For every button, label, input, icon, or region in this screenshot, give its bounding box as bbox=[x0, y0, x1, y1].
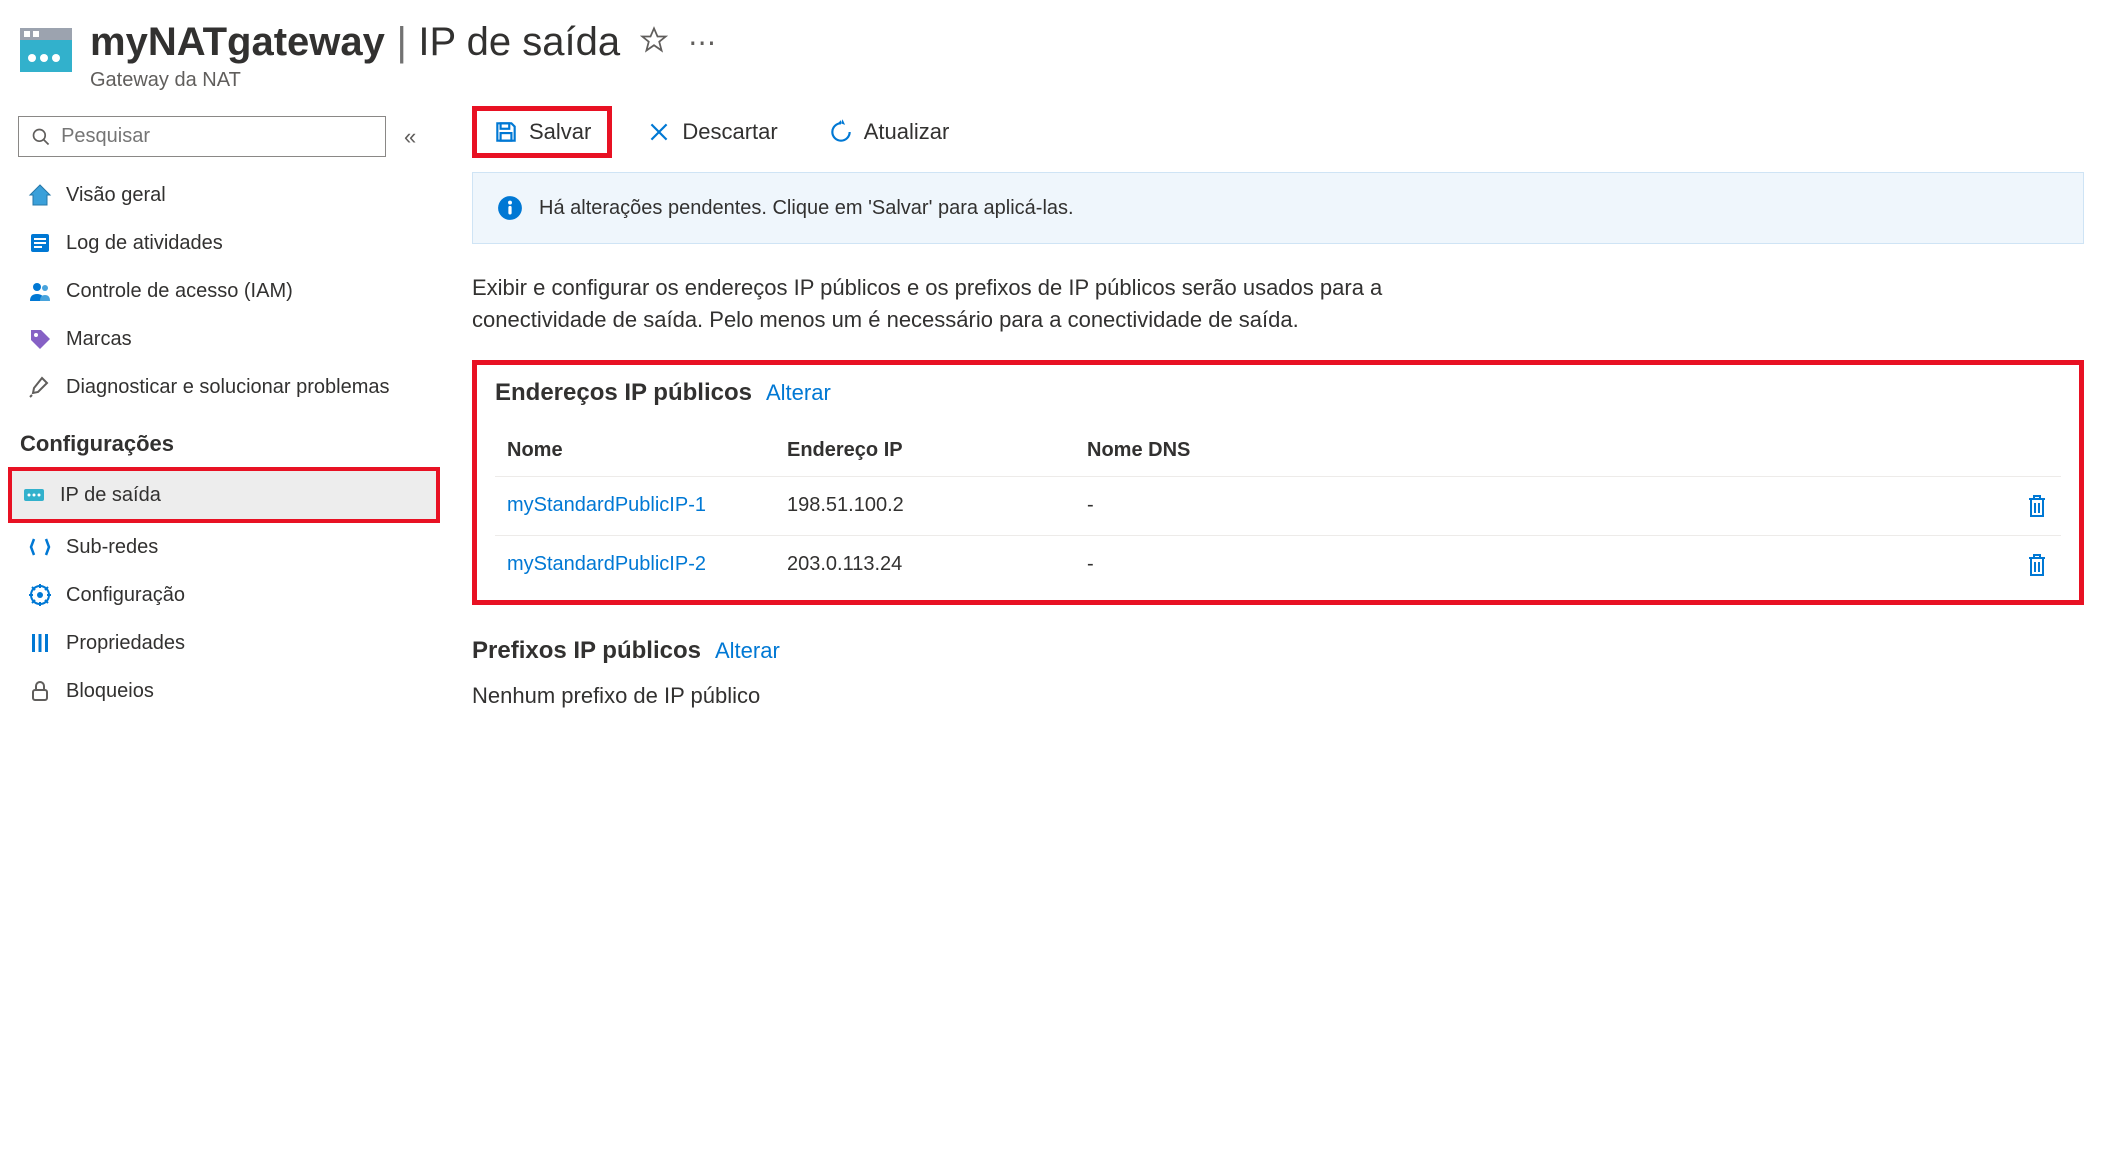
sidebar-item-outbound-ip[interactable]: IP de saída bbox=[12, 471, 436, 519]
table-row: myStandardPublicIP-2 203.0.113.24 - bbox=[495, 535, 2061, 594]
sidebar-item-properties[interactable]: Propriedades bbox=[18, 619, 440, 667]
table-header-row: Nome Endereço IP Nome DNS bbox=[495, 425, 2061, 476]
ip-address-value: 198.51.100.2 bbox=[787, 494, 1087, 517]
page-title: IP de saída bbox=[418, 20, 620, 64]
sidebar-item-label: IP de saída bbox=[60, 484, 161, 507]
sidebar-item-iam[interactable]: Controle de acesso (IAM) bbox=[18, 267, 440, 315]
public-ips-table: Nome Endereço IP Nome DNS myStandardPubl… bbox=[495, 425, 2061, 594]
delete-ip-button[interactable] bbox=[1989, 493, 2049, 519]
outbound-ip-icon bbox=[22, 483, 46, 507]
sidebar-item-label: Propriedades bbox=[66, 632, 185, 655]
discard-label: Descartar bbox=[682, 119, 777, 145]
refresh-button[interactable]: Atualizar bbox=[812, 111, 966, 153]
prefixes-section: Prefixos IP públicos Alterar Nenhum pref… bbox=[472, 637, 2084, 709]
sidebar-item-label: Log de atividades bbox=[66, 232, 223, 255]
sidebar-item-label: Controle de acesso (IAM) bbox=[66, 280, 293, 303]
refresh-icon bbox=[828, 119, 854, 145]
title-separator: | bbox=[396, 20, 406, 64]
public-ips-section: Endereços IP públicos Alterar Nome Ender… bbox=[472, 360, 2084, 605]
search-box[interactable] bbox=[18, 116, 386, 157]
page-description: Exibir e configurar os endereços IP públ… bbox=[472, 272, 1432, 336]
public-ips-title: Endereços IP públicos bbox=[495, 379, 752, 407]
info-banner: Há alterações pendentes. Clique em 'Salv… bbox=[472, 172, 2084, 244]
more-menu-icon[interactable]: ⋯ bbox=[688, 26, 717, 59]
ip-address-value: 203.0.113.24 bbox=[787, 553, 1087, 576]
sidebar-item-locks[interactable]: Bloqueios bbox=[18, 667, 440, 715]
subnets-icon bbox=[28, 535, 52, 559]
sidebar-item-activity-log[interactable]: Log de atividades bbox=[18, 219, 440, 267]
favorite-star-icon[interactable] bbox=[640, 26, 668, 60]
page-header: myNATgateway | IP de saída ⋯ Gateway da … bbox=[0, 0, 2114, 102]
nat-gateway-icon bbox=[20, 28, 72, 72]
sidebar-item-label: Diagnosticar e solucionar problemas bbox=[66, 376, 390, 399]
trash-icon bbox=[2025, 552, 2049, 578]
col-name: Nome bbox=[507, 439, 787, 462]
sidebar-item-label: Sub-redes bbox=[66, 536, 158, 559]
tags-icon bbox=[28, 327, 52, 351]
save-button[interactable]: Salvar bbox=[477, 111, 607, 153]
sidebar-item-tags[interactable]: Marcas bbox=[18, 315, 440, 363]
sidebar-item-overview[interactable]: Visão geral bbox=[18, 171, 440, 219]
iam-icon bbox=[28, 279, 52, 303]
search-input[interactable] bbox=[61, 125, 373, 148]
resource-name: myNATgateway bbox=[90, 20, 385, 64]
collapse-sidebar-icon[interactable]: « bbox=[404, 124, 416, 150]
sidebar-section-settings: Configurações bbox=[18, 411, 440, 467]
prefixes-title: Prefixos IP públicos bbox=[472, 637, 701, 665]
col-ip: Endereço IP bbox=[787, 439, 1087, 462]
change-prefixes-link[interactable]: Alterar bbox=[715, 638, 780, 664]
discard-button[interactable]: Descartar bbox=[630, 111, 793, 153]
search-icon bbox=[31, 126, 51, 148]
save-label: Salvar bbox=[529, 119, 591, 145]
refresh-label: Atualizar bbox=[864, 119, 950, 145]
locks-icon bbox=[28, 679, 52, 703]
dns-name-value: - bbox=[1087, 494, 1347, 517]
ip-name-link[interactable]: myStandardPublicIP-2 bbox=[507, 553, 787, 576]
main-content: Salvar Descartar Atualiz bbox=[472, 102, 2114, 709]
sidebar-item-label: Visão geral bbox=[66, 184, 166, 207]
resource-type: Gateway da NAT bbox=[90, 69, 717, 92]
sidebar-item-diagnose[interactable]: Diagnosticar e solucionar problemas bbox=[18, 363, 440, 411]
dns-name-value: - bbox=[1087, 553, 1347, 576]
sidebar-item-configuration[interactable]: Configuração bbox=[18, 571, 440, 619]
configuration-icon bbox=[28, 583, 52, 607]
discard-icon bbox=[646, 119, 672, 145]
sidebar-item-label: Marcas bbox=[66, 328, 132, 351]
diagnose-icon bbox=[28, 375, 52, 399]
sidebar: « Visão geral Log de atividades Controle… bbox=[0, 102, 440, 715]
col-dns: Nome DNS bbox=[1087, 439, 1347, 462]
change-public-ips-link[interactable]: Alterar bbox=[766, 380, 831, 406]
info-icon bbox=[497, 195, 523, 221]
overview-icon bbox=[28, 183, 52, 207]
delete-ip-button[interactable] bbox=[1989, 552, 2049, 578]
sidebar-item-label: Configuração bbox=[66, 584, 185, 607]
activity-log-icon bbox=[28, 231, 52, 255]
save-icon bbox=[493, 119, 519, 145]
info-text: Há alterações pendentes. Clique em 'Salv… bbox=[539, 197, 1074, 220]
table-row: myStandardPublicIP-1 198.51.100.2 - bbox=[495, 476, 2061, 535]
ip-name-link[interactable]: myStandardPublicIP-1 bbox=[507, 494, 787, 517]
sidebar-item-label: Bloqueios bbox=[66, 680, 154, 703]
properties-icon bbox=[28, 631, 52, 655]
prefixes-empty-text: Nenhum prefixo de IP público bbox=[472, 683, 2084, 709]
trash-icon bbox=[2025, 493, 2049, 519]
sidebar-item-subnets[interactable]: Sub-redes bbox=[18, 523, 440, 571]
toolbar: Salvar Descartar Atualiz bbox=[472, 106, 2084, 158]
